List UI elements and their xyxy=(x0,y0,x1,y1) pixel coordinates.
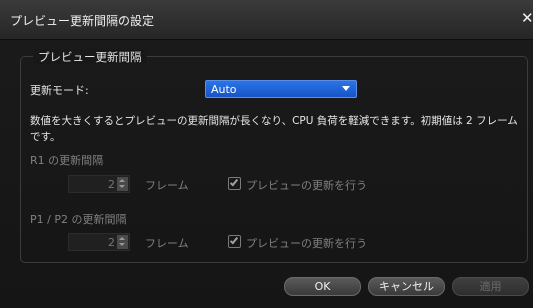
stepper-up-icon[interactable] xyxy=(119,179,125,182)
title-bar[interactable]: プレビュー更新間隔の設定 ✕ xyxy=(0,0,533,40)
checkmark-icon xyxy=(229,177,239,187)
r1-unit-label: フレーム xyxy=(145,179,189,192)
close-icon[interactable]: ✕ xyxy=(521,9,533,27)
ok-button[interactable]: OK xyxy=(284,277,361,296)
cancel-button[interactable]: キャンセル xyxy=(368,277,445,296)
stepper-down-icon[interactable] xyxy=(119,185,125,188)
p12-update-checkbox[interactable] xyxy=(228,235,241,248)
r1-update-checkbox-label[interactable]: プレビューの更新を行う xyxy=(246,177,367,193)
p12-interval-stepper[interactable]: 2 xyxy=(68,233,130,251)
r1-interval-title: R1 の更新間隔 xyxy=(30,154,104,167)
p12-update-checkbox-label[interactable]: プレビューの更新を行う xyxy=(246,235,367,251)
r1-stepper-buttons[interactable] xyxy=(117,177,128,191)
group-legend: プレビュー更新間隔 xyxy=(33,49,147,65)
preview-interval-dialog: プレビュー更新間隔の設定 ✕ プレビュー更新間隔 更新モード: Auto 数値を… xyxy=(0,0,533,308)
update-mode-dropdown[interactable]: Auto xyxy=(205,80,357,98)
p12-interval-title: P1 / P2 の更新間隔 xyxy=(30,213,127,226)
update-mode-value: Auto xyxy=(211,83,237,96)
stepper-down-icon[interactable] xyxy=(119,243,125,246)
p12-unit-label: フレーム xyxy=(145,237,189,250)
p12-stepper-buttons[interactable] xyxy=(117,235,128,249)
r1-interval-stepper[interactable]: 2 xyxy=(68,175,130,193)
r1-interval-value: 2 xyxy=(108,178,115,191)
update-mode-label: 更新モード: xyxy=(30,84,89,97)
stepper-up-icon[interactable] xyxy=(119,237,125,240)
description-text: 数値を大きくするとプレビューの更新間隔が長くなり、CPU 負荷を軽減できます。初… xyxy=(30,115,518,143)
apply-button[interactable]: 適用 xyxy=(452,277,529,296)
p12-interval-value: 2 xyxy=(108,236,115,249)
r1-update-checkbox[interactable] xyxy=(228,177,241,190)
window-title: プレビュー更新間隔の設定 xyxy=(10,14,155,28)
chevron-down-icon xyxy=(342,86,350,91)
checkmark-icon xyxy=(229,235,239,245)
